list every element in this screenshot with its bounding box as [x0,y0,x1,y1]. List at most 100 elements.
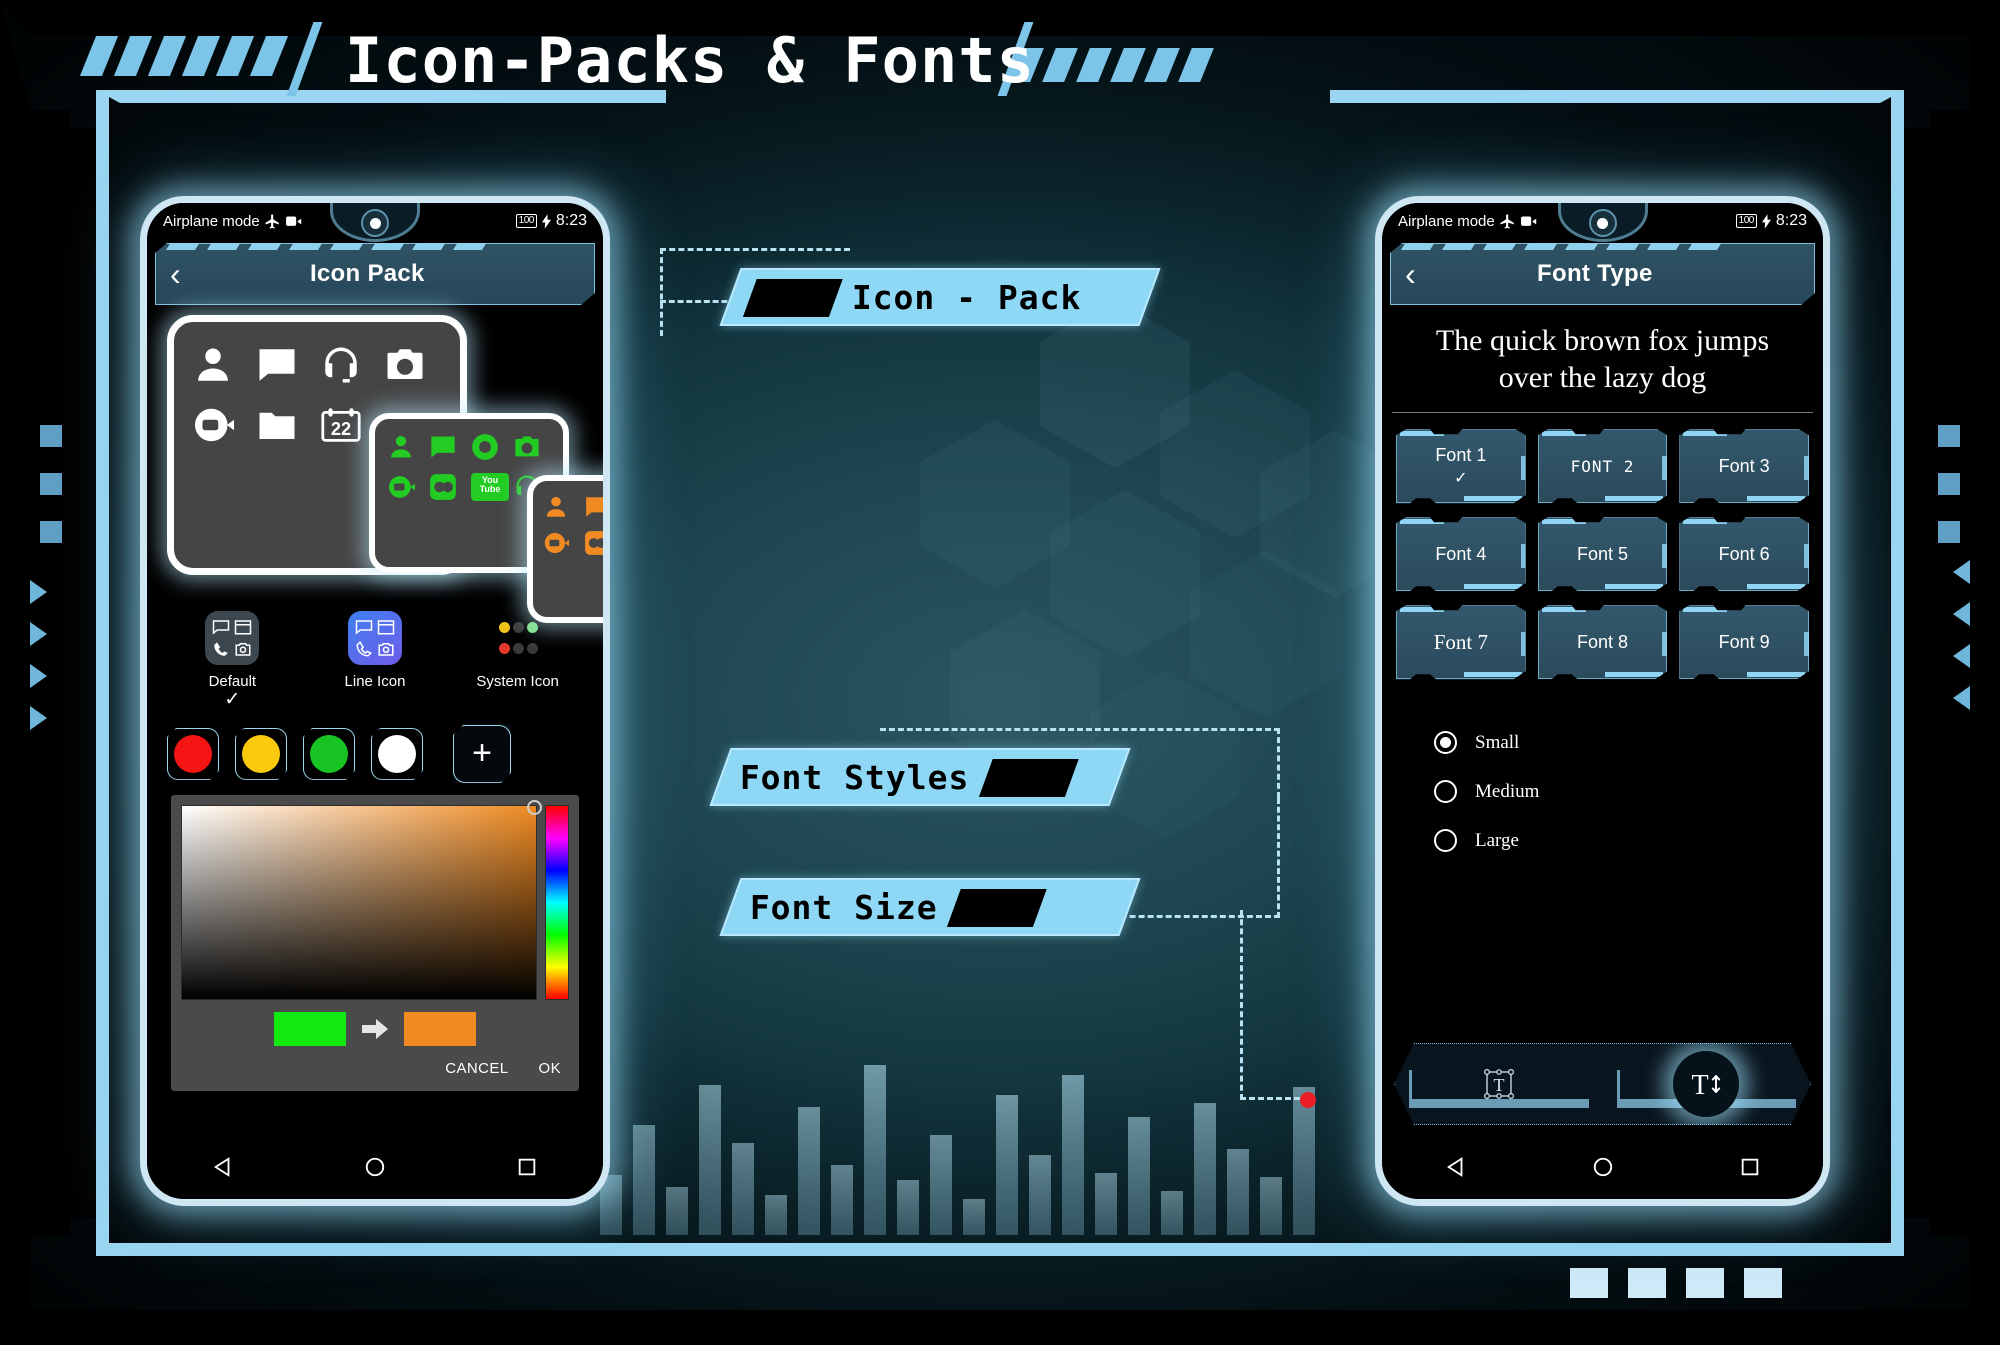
nav-home-icon[interactable] [1592,1156,1614,1178]
sv-knob[interactable] [527,799,542,815]
text-box-icon: T [1482,1067,1516,1101]
toolbar-text-size-button[interactable]: T [1603,1044,1811,1124]
color-swatch-row: + [147,711,603,783]
font-cell-5[interactable]: Font 5 [1538,517,1668,591]
left-square-decor [40,425,62,543]
icon-pack-header: ‹ Icon Pack [155,243,595,305]
banner-label: Font Styles [740,757,970,797]
frame-right-rule [1891,90,1904,1256]
color-picker-dialog: CANCEL OK [171,794,579,1091]
status-left-group: Airplane mode [1398,213,1538,230]
saturation-value-field[interactable] [181,799,542,1000]
font-preview-text: The quick brown fox jumps over the lazy … [1392,305,1813,414]
message-icon [585,497,603,517]
toolbar-text-box-button[interactable]: T [1395,1044,1603,1124]
nav-recents-icon[interactable] [1739,1156,1761,1178]
font-cell-7[interactable]: Font 7 [1396,605,1526,679]
color-swatch-red[interactable] [167,728,219,780]
video-record-icon [285,215,301,226]
camera-icon [378,643,394,656]
font-type-header: ‹ Font Type [1390,243,1815,305]
camera-notch [315,203,435,243]
font-cell-6[interactable]: Font 6 [1679,517,1809,591]
calendar-icon: 22 [321,408,361,442]
right-status-bar: Airplane mode 100 8:23 [1382,203,1823,239]
font-cell-2[interactable]: FONT 2 [1538,429,1668,503]
bottom-square-decor [1570,1268,1782,1298]
icon-card-orange[interactable]: You Tube [527,475,603,623]
banner-label: Font Size [750,887,938,927]
clock-time: 8:23 [555,212,587,229]
size-option-large[interactable]: Large [1434,829,1823,853]
status-left-group: Airplane mode [163,213,303,230]
left-phone-screen: Airplane mode 100 8:23 ‹ Icon Pack 22 Yo… [147,203,603,1199]
nav-back-icon[interactable] [1445,1156,1467,1178]
banner-accent-block [946,888,1047,926]
color-swatch-white[interactable] [371,728,423,780]
ok-button[interactable]: OK [539,1060,561,1077]
arrow-right-icon [362,1018,388,1039]
callout-pointer [1660,962,1752,1044]
lightning-bolt-icon [1761,213,1771,229]
font-cell-check: ✓ [1454,469,1468,487]
default-pack-thumb [205,611,260,665]
phone-icon [356,641,373,657]
left-phone: Airplane mode 100 8:23 ‹ Icon Pack 22 Yo… [140,196,610,1206]
nav-back-icon[interactable] [212,1156,234,1178]
nav-home-icon[interactable] [364,1156,386,1178]
new-color-preview [404,1011,476,1046]
font-cell-label: Font 5 [1576,543,1628,564]
pack-option-default[interactable]: Default ✓ [177,611,287,711]
picker-action-row: CANCEL OK [181,1046,569,1081]
message-icon [355,620,373,635]
color-swatch-green[interactable] [303,728,355,780]
size-option-small[interactable]: Small [1434,731,1823,755]
radio-icon[interactable] [1434,829,1457,853]
font-cell-1[interactable]: Font 1 ✓ [1396,429,1526,503]
pack-option-label: Line Icon [344,673,406,690]
radio-icon[interactable] [1434,780,1457,804]
font-cell-9[interactable]: Font 9 [1679,605,1809,679]
left-chevron-decor [30,580,47,730]
font-cell-3[interactable]: Font 3 [1679,429,1809,503]
banner-icon-pack: Icon - Pack [719,268,1161,326]
contact-icon [198,348,228,381]
headset-icon [325,347,357,383]
cancel-button[interactable]: CANCEL [445,1060,508,1077]
banner-font-styles: Font Styles [709,748,1131,806]
svg-text:T: T [1493,1075,1504,1095]
hue-slider[interactable] [545,804,569,1000]
font-cell-label: Font 1 [1435,444,1487,465]
font-cell-4[interactable]: Font 4 [1396,517,1526,591]
frame-bottom-rule [96,1243,1904,1256]
header-dash-decor [166,242,487,250]
nav-recents-icon[interactable] [516,1156,538,1178]
folder-icon [259,412,295,439]
color-swatch-yellow[interactable] [235,728,287,780]
hud-screen: Icon-Packs & Fonts Airplane mode 100 8:2… [0,0,2000,1345]
chevron-left-icon[interactable]: ‹ [170,258,181,290]
font-toolbar: T T [1394,1043,1811,1125]
hatch-stripes-left [79,36,289,76]
chevron-left-icon[interactable]: ‹ [1405,258,1416,290]
duo-icon [584,531,603,555]
font-cell-label: Font 8 [1576,631,1628,652]
pack-option-line-icon[interactable]: Line Icon [320,611,430,690]
camera-notch [1543,203,1663,243]
chrome-icon [472,434,498,460]
old-color-preview [274,1011,346,1046]
size-option-medium[interactable]: Medium [1434,780,1823,804]
size-option-label: Large [1475,829,1519,851]
message-icon [431,436,455,458]
font-cell-8[interactable]: Font 8 [1538,605,1668,679]
airplane-icon [1500,213,1514,229]
add-color-button[interactable]: + [453,725,511,783]
radio-selected-icon[interactable] [1434,731,1457,755]
font-grid: Font 1 ✓ FONT 2 Font 3 Font 4 Font 5 Fon… [1382,413,1823,679]
airplane-mode-label: Airplane mode [1398,212,1495,230]
camera-icon [515,436,539,457]
calendar-icon [235,620,252,635]
header-dash-decor [1401,242,1722,250]
status-right-group: 100 8:23 [1735,212,1807,230]
clock-time: 8:23 [1775,212,1807,229]
